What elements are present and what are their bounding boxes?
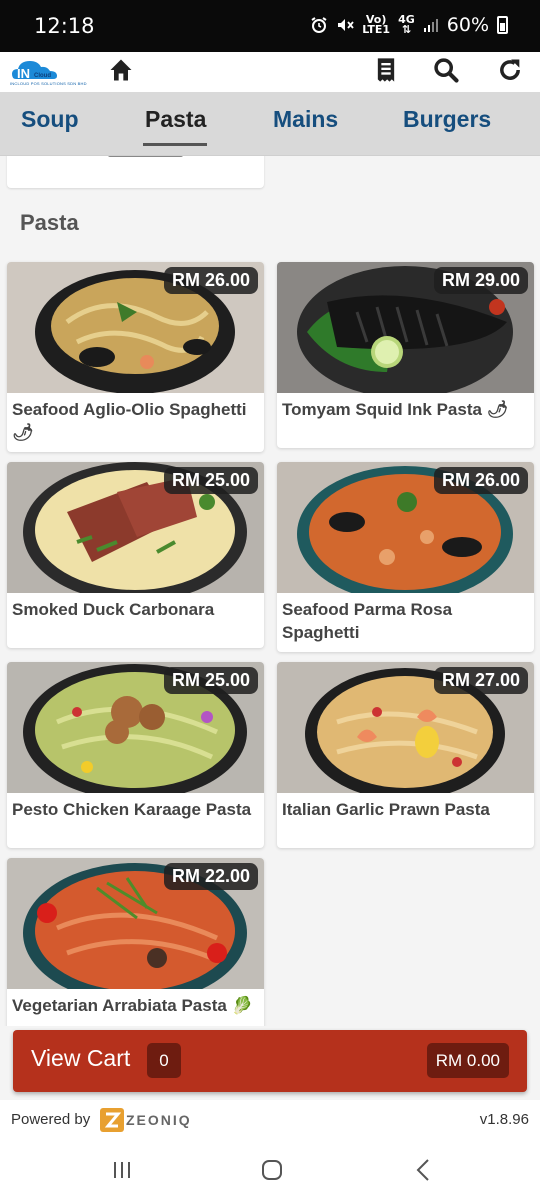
- mute-icon: [338, 19, 354, 31]
- zeoniq-logo-icon: [100, 1108, 124, 1132]
- menu-item-card[interactable]: RM 25.00 Smoked Duck Carbonara: [7, 462, 264, 648]
- tab-mains[interactable]: Mains: [273, 106, 338, 133]
- home-nav-icon[interactable]: [258, 1156, 286, 1184]
- category-tabs: Soup Pasta Mains Burgers: [0, 92, 540, 156]
- signal-icon: [423, 19, 438, 32]
- item-name: Italian Garlic Prawn Pasta: [282, 800, 490, 819]
- scroll-indicator: [108, 156, 183, 157]
- price-badge: RM 25.00: [163, 667, 258, 694]
- price-badge: RM 27.00: [433, 667, 528, 694]
- footer: Powered by ZEONIQ v1.8.96: [0, 1100, 540, 1140]
- menu-item-card[interactable]: RM 26.00 Seafood Parma Rosa Spaghetti: [277, 462, 534, 652]
- data-arrows-icon: ⇅: [401, 23, 412, 36]
- view-cart-button[interactable]: View Cart 0 RM 0.00: [13, 1030, 527, 1092]
- app-version: v1.8.96: [479, 1111, 529, 1128]
- menu-content[interactable]: Pasta RM 26.00 Seafood Aglio-Olio Spaghe…: [0, 156, 540, 1026]
- alarm-icon: [311, 17, 327, 33]
- cart-count-badge: 0: [147, 1043, 181, 1078]
- refresh-icon[interactable]: [496, 56, 524, 84]
- tab-soup[interactable]: Soup: [21, 106, 79, 133]
- search-icon[interactable]: [432, 56, 460, 84]
- app-bar: IN Cloud INCLOUD POS SOLUTIONS SDN BHD: [0, 52, 540, 92]
- volte-bottom: LTE1: [362, 23, 391, 36]
- network-type: 4G ⇅: [398, 14, 415, 36]
- price-badge: RM 26.00: [163, 267, 258, 294]
- price-badge: RM 26.00: [433, 467, 528, 494]
- status-bar: 12:18 Vo) LTE1 4G ⇅ 60%: [0, 0, 540, 52]
- logo-cloud-text: Cloud: [34, 73, 51, 79]
- item-name: Seafood Aglio-Olio Spaghetti 🌶: [12, 400, 247, 442]
- item-name: Seafood Parma Rosa Spaghetti: [282, 600, 453, 642]
- menu-item-card[interactable]: RM 25.00 Pesto Chicken Karaage Pasta: [7, 662, 264, 848]
- menu-item-card[interactable]: RM 22.00 Vegetarian Arrabiata Pasta 🥬: [7, 858, 264, 1026]
- logo-text: IN: [17, 66, 30, 81]
- home-icon[interactable]: [107, 56, 135, 84]
- zeoniq-brand: ZEONIQ: [126, 1112, 192, 1128]
- previous-item-card[interactable]: [7, 156, 264, 188]
- menu-item-card[interactable]: RM 26.00 Seafood Aglio-Olio Spaghetti 🌶: [7, 262, 264, 452]
- menu-item-card[interactable]: RM 27.00 Italian Garlic Prawn Pasta: [277, 662, 534, 848]
- receipt-icon[interactable]: [372, 56, 400, 84]
- status-time: 12:18: [34, 14, 95, 38]
- logo-subtitle: INCLOUD POS SOLUTIONS SDN BHD: [10, 81, 87, 86]
- item-name: Tomyam Squid Ink Pasta 🌶: [282, 400, 509, 419]
- volte-indicator: Vo) LTE1: [362, 14, 391, 36]
- back-icon[interactable]: [410, 1156, 438, 1184]
- status-icons: Vo) LTE1 4G ⇅ 60%: [310, 14, 508, 36]
- section-title: Pasta: [20, 210, 79, 235]
- item-name: Smoked Duck Carbonara: [12, 600, 215, 619]
- recents-icon[interactable]: [108, 1156, 136, 1184]
- battery-icon: [497, 16, 508, 34]
- cart-total-badge: RM 0.00: [426, 1043, 509, 1078]
- view-cart-label: View Cart: [31, 1045, 131, 1071]
- powered-by-label: Powered by: [11, 1111, 91, 1128]
- tab-burgers[interactable]: Burgers: [403, 106, 491, 133]
- tab-pasta[interactable]: Pasta: [145, 106, 206, 133]
- price-badge: RM 25.00: [163, 467, 258, 494]
- active-tab-indicator: [143, 143, 207, 146]
- price-badge: RM 29.00: [433, 267, 528, 294]
- price-badge: RM 22.00: [163, 863, 258, 890]
- battery-percent: 60%: [446, 14, 489, 36]
- item-name: Vegetarian Arrabiata Pasta 🥬: [12, 996, 253, 1015]
- system-nav-bar: [0, 1140, 540, 1200]
- item-name: Pesto Chicken Karaage Pasta: [12, 800, 252, 819]
- menu-item-card[interactable]: RM 29.00 Tomyam Squid Ink Pasta 🌶: [277, 262, 534, 448]
